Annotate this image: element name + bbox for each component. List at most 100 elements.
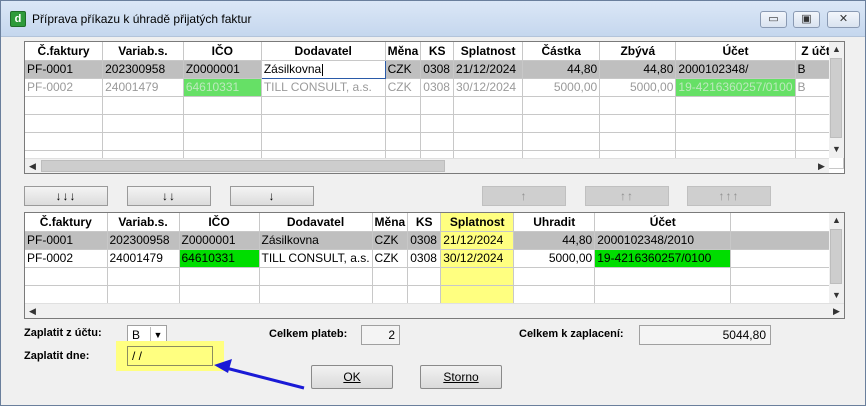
scroll-left-icon[interactable]: ◀ <box>25 159 40 173</box>
pay-date-value: / / <box>132 349 143 363</box>
empty-cell <box>440 285 515 304</box>
scroll-left-icon[interactable]: ◀ <box>25 304 40 318</box>
empty-cell <box>453 132 524 151</box>
column-header: Splatnost <box>440 213 515 232</box>
scroll-up-icon[interactable]: ▲ <box>829 213 844 228</box>
filler-cell <box>730 249 834 268</box>
table-row[interactable]: PF-0002 24001479 64610331 TILL CONSULT, a.s… <box>25 78 844 97</box>
scroll-right-icon[interactable]: ▶ <box>814 159 829 173</box>
table-cell: PF-0002 <box>25 249 108 268</box>
table-cell: CZK <box>385 78 422 97</box>
available-invoices-grid[interactable]: Č.faktury Variab.s. IČO Dodavatel Měna KS Spla… <box>24 41 845 174</box>
table-cell: 21/12/2024 <box>453 60 524 79</box>
table-cell: 0308 <box>420 60 455 79</box>
table-row[interactable]: PF-0001 202300958 Z0000001 Zásilkovna CZK 030… <box>25 59 844 79</box>
column-header: IČO <box>179 213 260 232</box>
table-cell: CZK <box>385 60 422 79</box>
table-cell: 24001479 <box>107 249 180 268</box>
empty-row <box>25 267 834 286</box>
window-title: Příprava příkazu k úhradě přijatých fakt… <box>32 12 252 26</box>
column-header: IČO <box>183 42 262 61</box>
empty-cell <box>179 285 260 304</box>
remove-all-button[interactable]: ↑↑↑ <box>687 186 771 206</box>
empty-cell <box>261 114 386 133</box>
empty-cell <box>675 114 796 133</box>
table-cell: 21/12/2024 <box>440 231 515 250</box>
table-cell: Zásilkovna <box>260 59 386 79</box>
empty-cell <box>183 96 262 115</box>
table-cell: 44,80 <box>522 60 601 79</box>
pay-from-label: Zaplatit z účtu: <box>24 327 102 339</box>
empty-cell <box>25 132 104 151</box>
table-cell: CZK <box>372 231 409 250</box>
close-button[interactable]: ✕ <box>827 11 860 28</box>
total-amount-label: Celkem k zaplacení: <box>519 328 624 340</box>
column-header: KS <box>407 213 442 232</box>
horizontal-scrollbar[interactable]: ◀ ▶ <box>25 158 829 173</box>
empty-cell <box>179 267 260 286</box>
pay-date-field[interactable]: / / <box>127 346 213 366</box>
table-cell: PF-0002 <box>25 78 104 97</box>
empty-cell <box>522 96 601 115</box>
table-cell: 0308 <box>420 78 455 97</box>
empty-cell <box>107 267 180 286</box>
empty-cell <box>522 114 601 133</box>
table-cell: 24001479 <box>102 78 184 97</box>
total-payments-label: Celkem plateb: <box>269 328 348 340</box>
storno-button[interactable]: Storno <box>420 365 502 389</box>
table-header-row: Č.faktury Variab.s. IČO Dodavatel Měna KS Spla… <box>25 42 844 61</box>
empty-cell <box>25 114 104 133</box>
empty-cell <box>25 285 108 304</box>
scroll-thumb[interactable] <box>830 229 842 284</box>
table-cell: CZK <box>372 249 409 268</box>
horizontal-scrollbar[interactable]: ◀ ▶ <box>25 303 844 318</box>
maximize-button[interactable]: ▣ <box>793 11 820 28</box>
empty-cell <box>25 267 108 286</box>
text-caret <box>322 63 324 76</box>
empty-cell <box>594 285 732 304</box>
ok-label: OK <box>343 370 361 384</box>
vertical-scrollbar[interactable]: ▲ ▼ <box>829 213 844 303</box>
remove-one-button[interactable]: ↑ <box>482 186 566 206</box>
column-header: Účet <box>594 213 732 232</box>
empty-cell <box>594 267 732 286</box>
empty-cell <box>259 285 373 304</box>
empty-cell <box>102 96 184 115</box>
add-selected-button[interactable]: ↓↓ <box>127 186 211 206</box>
empty-cell <box>385 114 422 133</box>
table-cell: 5000,00 <box>522 78 601 97</box>
ok-button[interactable]: OK <box>311 365 393 389</box>
scroll-thumb[interactable] <box>830 58 842 138</box>
add-one-button[interactable]: ↓ <box>230 186 314 206</box>
remove-selected-button[interactable]: ↑↑ <box>585 186 669 206</box>
payment-order-grid[interactable]: Č.faktury Variab.s. IČO Dodavatel Měna KS Spla… <box>24 212 845 319</box>
scroll-up-icon[interactable]: ▲ <box>829 42 844 57</box>
total-payments-field: 2 <box>361 325 400 345</box>
empty-cell <box>440 267 515 286</box>
table-cell: 2000102348/ <box>675 60 796 79</box>
minimize-button[interactable]: ▭ <box>760 11 787 28</box>
empty-cell <box>730 267 834 286</box>
table-row[interactable]: PF-0001 202300958 Z0000001 Zásilkovna CZK 030… <box>25 231 834 250</box>
empty-cell <box>513 285 596 304</box>
empty-cell <box>261 132 386 151</box>
empty-cell <box>513 267 596 286</box>
table-row[interactable]: PF-0002 24001479 64610331 TILL CONSULT, a.s… <box>25 249 834 268</box>
scroll-right-icon[interactable]: ▶ <box>829 304 844 318</box>
empty-cell <box>107 285 180 304</box>
storno-label: Storno <box>443 370 479 384</box>
payment-order-table: Č.faktury Variab.s. IČO Dodavatel Měna KS Spla… <box>25 213 834 304</box>
column-header: Č.faktury <box>25 213 108 232</box>
available-invoices-table: Č.faktury Variab.s. IČO Dodavatel Měna KS Spla… <box>25 42 844 169</box>
table-header-row: Č.faktury Variab.s. IČO Dodavatel Měna KS Spla… <box>25 213 834 232</box>
scroll-down-icon[interactable]: ▼ <box>829 142 844 157</box>
empty-cell <box>453 114 524 133</box>
add-all-button[interactable]: ↓↓↓ <box>24 186 108 206</box>
scroll-down-icon[interactable]: ▼ <box>829 288 844 303</box>
table-cell: Zásilkovna <box>259 231 373 250</box>
scroll-thumb[interactable] <box>41 160 445 172</box>
table-cell: 0308 <box>407 231 442 250</box>
title-bar: d Příprava příkazu k úhradě přijatých fa… <box>1 1 865 37</box>
empty-cell <box>183 132 262 151</box>
vertical-scrollbar[interactable]: ▲ ▼ <box>829 42 844 158</box>
